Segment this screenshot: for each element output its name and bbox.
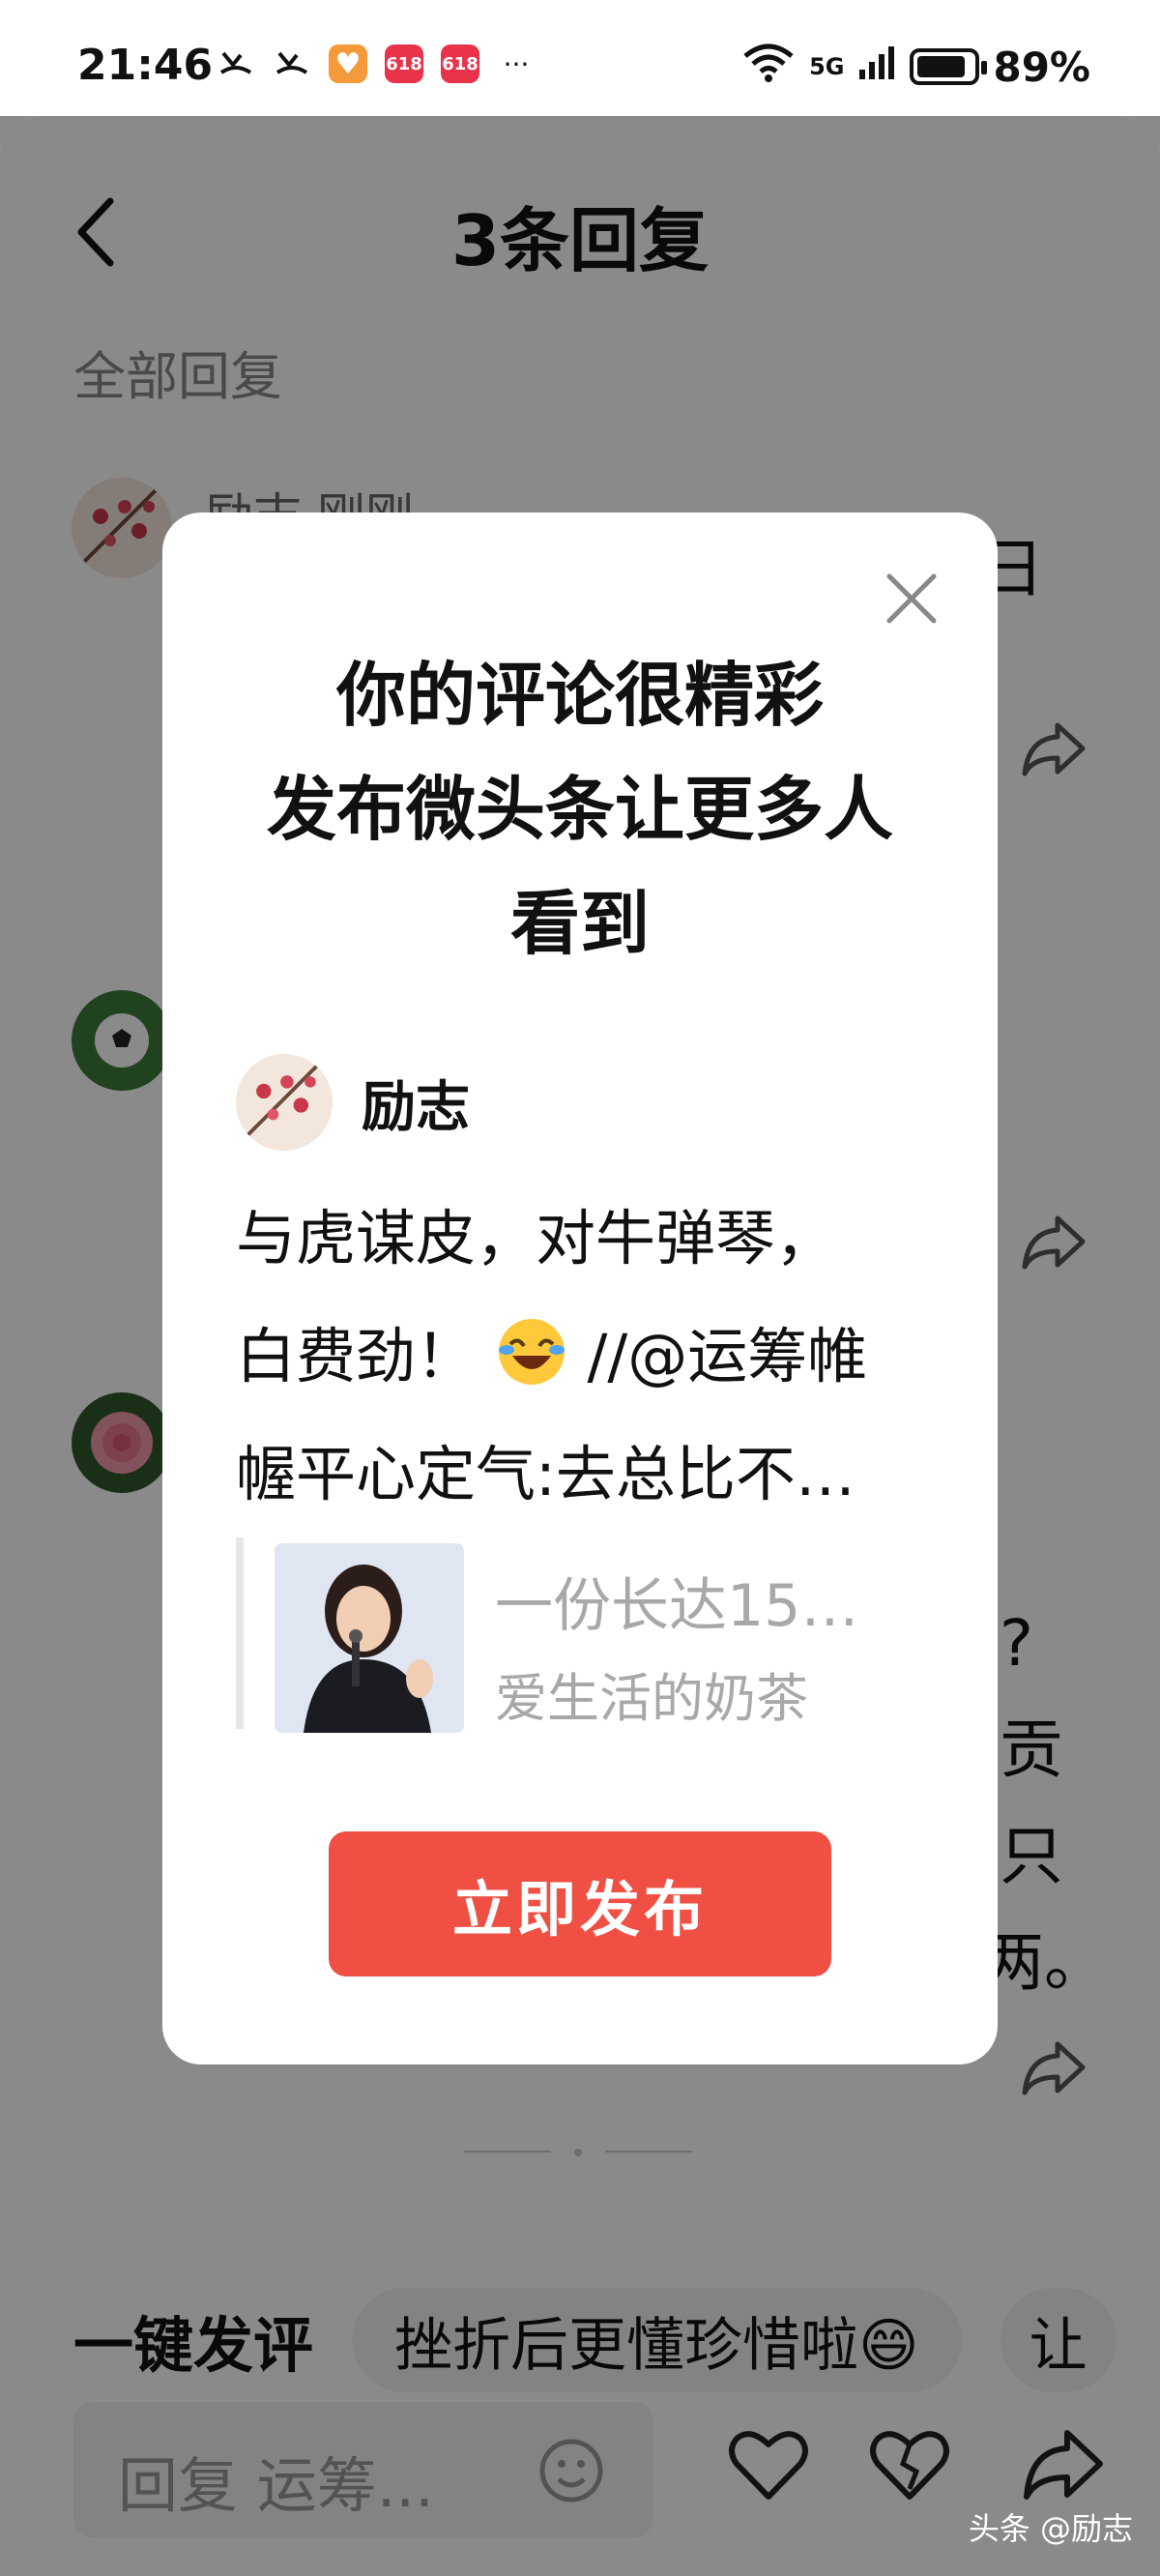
quote-bar (236, 1537, 244, 1729)
headline-line: 看到 (509, 883, 650, 964)
post-body: 与虎谋皮，对牛弹琴， 白费劲！ //@运筹帷 幄平心定气:去总比不… (236, 1180, 932, 1534)
publish-modal: 你的评论很精彩 发布微头条让更多人 看到 励志 与虎谋皮，对牛弹琴， 白费劲！ … (162, 512, 998, 2064)
network-type: 5G (809, 53, 845, 80)
article-source: 爱生活的奶茶 (495, 1668, 808, 1729)
missed-call-icon (217, 44, 255, 83)
shopping-618-icon-2: 618 (441, 44, 479, 83)
more-notifications-icon: ··· (503, 47, 530, 80)
health-app-icon: ♥ (329, 44, 367, 83)
post-text: //@运筹帷 (587, 1321, 868, 1391)
post-line: 幄平心定气:去总比不… (236, 1439, 856, 1509)
close-icon[interactable] (885, 572, 938, 625)
headline-line: 发布微头条让更多人 (266, 769, 893, 850)
post-text: 白费劲！ (236, 1321, 477, 1391)
watermark: 头条 @励志 (968, 2510, 1133, 2547)
battery-icon (910, 48, 988, 85)
post-line: 与虎谋皮，对牛弹琴， (236, 1203, 836, 1273)
shopping-618-icon: 618 (385, 44, 423, 83)
notification-icons: ♥ 618 618 ··· (217, 44, 536, 83)
wifi-icon (741, 41, 796, 93)
status-right: 5G 89% (741, 41, 1090, 93)
battery-percent: 89% (993, 43, 1090, 91)
quoted-article[interactable]: 一份长达15… 爱生活的奶茶 (236, 1537, 932, 1733)
publish-button[interactable]: 立即发布 (329, 1831, 831, 1976)
signal-icon (857, 43, 896, 91)
article-thumbnail (275, 1543, 464, 1733)
headline-line: 你的评论很精彩 (335, 655, 824, 736)
status-time: 21:46 (77, 41, 214, 90)
post-line-2: 白费劲！ //@运筹帷 (236, 1298, 932, 1416)
missed-call-icon-2 (273, 44, 311, 83)
avatar (236, 1054, 333, 1151)
modal-author: 励志 (236, 1054, 470, 1151)
author-name: 励志 (362, 1075, 470, 1139)
status-bar: 21:46 ♥ 618 618 ··· 5G 89% (0, 0, 1160, 116)
laughing-emoji-icon (498, 1319, 565, 1385)
article-title: 一份长达15… (495, 1572, 859, 1640)
modal-headline: 你的评论很精彩 发布微头条让更多人 看到 (201, 638, 959, 981)
